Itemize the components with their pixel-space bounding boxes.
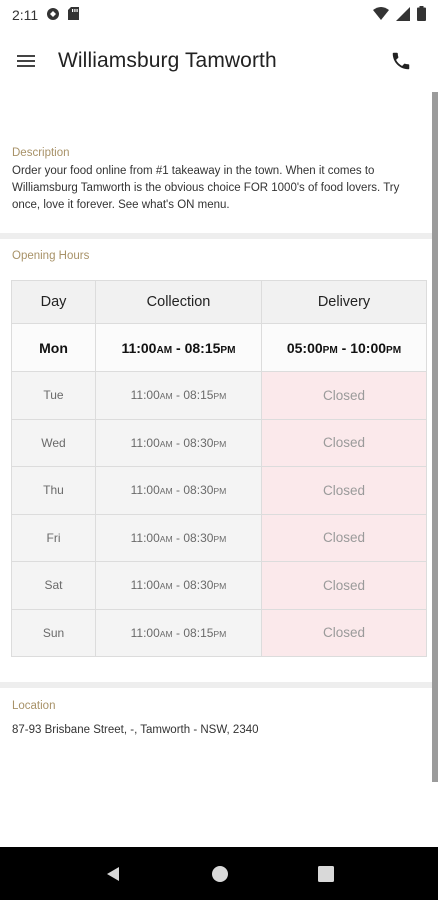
day-cell: Tue [11,371,96,420]
page-title: Williamsburg Tamworth [58,49,277,72]
settings-notification-icon [46,7,60,24]
ampm-text: PM [213,438,227,449]
time-text: - 08:15 [172,625,214,640]
day-cell: Thu [11,466,96,515]
delivery-cell: Closed [261,418,427,467]
day-cell: Sun [11,608,96,657]
call-button[interactable] [388,48,414,74]
opening-hours-table: Day Collection Delivery Mon 11:00AM - 08:… [11,280,427,657]
location-address: 87-93 Brisbane Street, -, Tamworth - NSW… [12,724,259,736]
time-text: 11:00 [130,530,160,545]
description-section: Description Order your food online from … [0,147,438,214]
hours-row-tue: Tue 11:00AM - 08:15PM Closed [11,371,427,420]
phone-icon [392,52,410,70]
ampm-text: AM [156,344,173,356]
content-scroll[interactable]: Description Order your food online from … [0,92,438,847]
collection-cell: 11:00AM - 08:30PM [95,466,262,515]
time-text: 11:00 [130,625,160,640]
hours-row-sun: Sun 11:00AM - 08:15PM Closed [11,608,427,657]
hours-row-thu: Thu 11:00AM - 08:30PM Closed [11,466,427,515]
wifi-icon [373,7,389,23]
opening-hours-section: Opening Hours [0,250,438,262]
collection-cell: 11:00AM - 08:15PM [95,371,262,420]
back-icon[interactable] [104,865,122,883]
day-cell: Sat [11,561,96,610]
home-icon[interactable] [211,865,229,883]
ampm-text: AM [159,581,173,592]
description-label: Description [12,147,70,159]
collection-cell: 11:00AM - 08:15PM [95,608,262,657]
ampm-text: PM [220,344,236,356]
recents-icon[interactable] [317,865,334,882]
time-text: - 08:30 [172,483,214,498]
ampm-text: PM [213,533,227,544]
delivery-cell: 05:00PM - 10:00PM [261,323,427,372]
delivery-cell: Closed [261,561,427,610]
status-time: 2:11 [12,7,39,23]
collection-cell: 11:00AM - 08:30PM [95,513,262,562]
time-text: 11:00 [130,578,160,593]
location-section: Location 87-93 Brisbane Street, -, Tamwo… [0,700,438,739]
day-cell: Fri [11,513,96,562]
ampm-text: AM [159,628,173,639]
divider [0,682,432,688]
time-text: - 08:30 [172,435,214,450]
day-cell: Mon [11,323,96,372]
ampm-text: AM [159,533,173,544]
hours-row-sat: Sat 11:00AM - 08:30PM Closed [11,561,427,610]
screen: 2:11 Williamsburg Tamworth Description O… [0,0,438,900]
hours-body: Mon 11:00AM - 08:15PM 05:00PM - 10:00PM Tue… [11,323,427,657]
battery-icon [417,6,426,24]
ampm-text: PM [213,486,227,497]
collection-cell: 11:00AM - 08:15PM [95,323,262,372]
hours-row-fri: Fri 11:00AM - 08:30PM Closed [11,513,427,562]
day-cell: Wed [11,418,96,467]
delivery-cell: Closed [261,513,427,562]
ampm-text: AM [159,391,173,402]
time-text: - 08:15 [172,339,221,356]
menu-icon[interactable] [14,49,38,73]
ampm-text: PM [213,391,227,402]
description-text: Order your food online from #1 takeaway … [12,165,400,211]
app-bar: Williamsburg Tamworth [0,30,438,92]
cell-signal-icon [396,6,410,24]
hours-row-wed: Wed 11:00AM - 08:30PM Closed [11,418,427,467]
navigation-bar [0,847,438,900]
time-text: 11:00 [130,435,160,450]
scrollbar[interactable] [432,92,438,782]
header-day: Day [11,280,96,324]
time-text: 11:00 [121,339,157,356]
delivery-cell: Closed [261,371,427,420]
sd-card-icon [68,7,80,23]
time-text: 05:00 [286,339,323,356]
time-text: 11:00 [130,388,160,403]
collection-cell: 11:00AM - 08:30PM [95,418,262,467]
opening-hours-label: Opening Hours [12,250,90,262]
time-text: - 08:15 [172,388,214,403]
ampm-text: AM [159,486,173,497]
header-collection: Collection [95,280,262,324]
table-header-row: Day Collection Delivery [11,280,427,324]
time-text: 11:00 [130,483,160,498]
time-text: - 10:00 [337,339,387,356]
collection-cell: 11:00AM - 08:30PM [95,561,262,610]
ampm-text: PM [386,344,402,356]
hours-row-mon: Mon 11:00AM - 08:15PM 05:00PM - 10:00PM [11,323,427,372]
ampm-text: AM [159,438,173,449]
header-delivery: Delivery [261,280,427,324]
time-text: - 08:30 [172,530,214,545]
ampm-text: PM [213,581,227,592]
divider [0,233,432,239]
ampm-text: PM [213,628,227,639]
location-label: Location [12,700,56,712]
time-text: - 08:30 [172,578,214,593]
status-bar: 2:11 [0,0,438,30]
ampm-text: PM [322,344,338,356]
delivery-cell: Closed [261,466,427,515]
delivery-cell: Closed [261,608,427,657]
